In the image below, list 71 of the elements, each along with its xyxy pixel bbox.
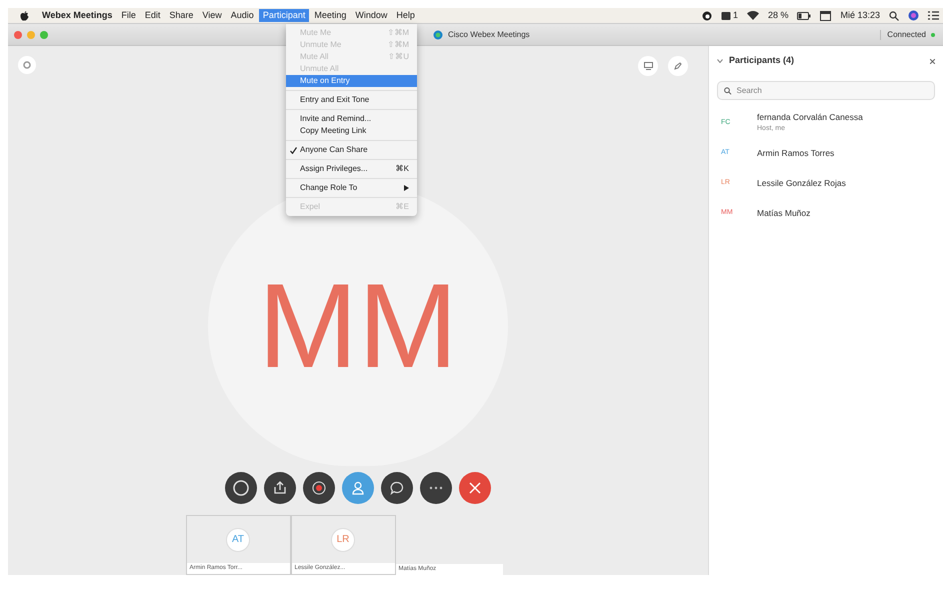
- siri-icon[interactable]: [908, 10, 919, 21]
- menu-item[interactable]: View: [202, 8, 222, 22]
- person-icon: [351, 481, 365, 495]
- search-icon[interactable]: [889, 10, 899, 20]
- screen-icon: [644, 62, 652, 70]
- shortcut: ⌘E: [396, 201, 409, 213]
- search-input[interactable]: Search: [736, 84, 928, 96]
- battery-icon[interactable]: [797, 12, 812, 20]
- menu-item[interactable]: Edit: [144, 8, 160, 22]
- menu-item[interactable]: Invite and Remind...: [286, 113, 417, 125]
- menu-item[interactable]: Participant: [258, 8, 310, 22]
- participant-name: Matías Muñoz: [757, 206, 810, 220]
- close-window-button[interactable]: [14, 30, 22, 38]
- battery-level[interactable]: 28 %: [768, 8, 788, 22]
- clock[interactable]: Mié 13:23: [840, 8, 880, 22]
- panel-title: Participants (4): [729, 54, 794, 68]
- shortcut: ⇧⌘M: [387, 39, 409, 51]
- close-icon[interactable]: [930, 58, 935, 64]
- menu-item[interactable]: File: [121, 8, 136, 22]
- menu-item[interactable]: Mute on Entry: [286, 75, 417, 87]
- menu-item[interactable]: Entry and Exit Tone: [286, 94, 417, 106]
- menu-item[interactable]: Anyone Can Share: [286, 144, 417, 156]
- menu-item[interactable]: Copy Meeting Link: [286, 125, 417, 137]
- share-icon: [273, 481, 287, 495]
- search-field[interactable]: Search: [717, 81, 935, 100]
- window-title: Cisco Webex Meetings: [448, 28, 530, 40]
- list-icon[interactable]: [928, 11, 939, 20]
- circle-icon[interactable]: [702, 10, 712, 20]
- circle-icon: [233, 480, 249, 496]
- layout-button[interactable]: [638, 56, 658, 76]
- avatar-initials: AT: [226, 528, 250, 552]
- checkmark-icon: [290, 146, 297, 154]
- connection-status: Connected: [887, 28, 926, 40]
- participant-name: Lessile González Rojas: [757, 176, 846, 190]
- chevron-down-icon[interactable]: [717, 59, 723, 63]
- shortcut: ⇧⌘U: [388, 51, 409, 63]
- menu-item[interactable]: Window: [355, 8, 388, 22]
- menu-item[interactable]: Change Role To: [286, 182, 417, 194]
- audio-button[interactable]: [225, 472, 257, 504]
- avatar-initials: LR: [331, 528, 355, 552]
- more-button[interactable]: [420, 472, 452, 504]
- calendar-icon[interactable]: [820, 10, 832, 20]
- search-icon: [724, 86, 732, 94]
- menu-item[interactable]: Meeting: [314, 8, 346, 22]
- close-icon: [469, 482, 481, 494]
- record-icon: [312, 481, 326, 495]
- wifi-icon[interactable]: [746, 11, 759, 20]
- pencil-icon: [674, 62, 682, 70]
- app-icon[interactable]: [720, 10, 731, 20]
- apple-icon[interactable]: [20, 10, 29, 20]
- menu-item[interactable]: Assign Privileges... ⌘K: [286, 163, 417, 175]
- menu-item[interactable]: Audio: [230, 8, 254, 22]
- pin-button[interactable]: [668, 56, 688, 76]
- menu-item[interactable]: Share: [169, 8, 194, 22]
- chat-icon: [390, 481, 404, 495]
- shortcut: ⇧⌘M: [387, 27, 409, 39]
- menu-item[interactable]: Help: [396, 8, 415, 22]
- avatar-initials: MM: [258, 266, 458, 386]
- participant-name: fernanda Corvalán Canessa: [757, 111, 863, 124]
- more-icon: [429, 486, 443, 490]
- submenu-arrow-icon: [404, 185, 409, 191]
- shortcut: ⌘K: [396, 163, 409, 175]
- record-button[interactable]: [303, 472, 335, 504]
- leave-button[interactable]: [459, 472, 491, 504]
- participants-button[interactable]: [342, 472, 374, 504]
- share-button[interactable]: [264, 472, 296, 504]
- badge-count: 1: [732, 8, 738, 22]
- participant-name: Armin Ramos Torres: [757, 146, 834, 160]
- chat-button[interactable]: [381, 472, 413, 504]
- settings-button[interactable]: [18, 56, 36, 74]
- app-menu[interactable]: Webex Meetings: [42, 8, 112, 22]
